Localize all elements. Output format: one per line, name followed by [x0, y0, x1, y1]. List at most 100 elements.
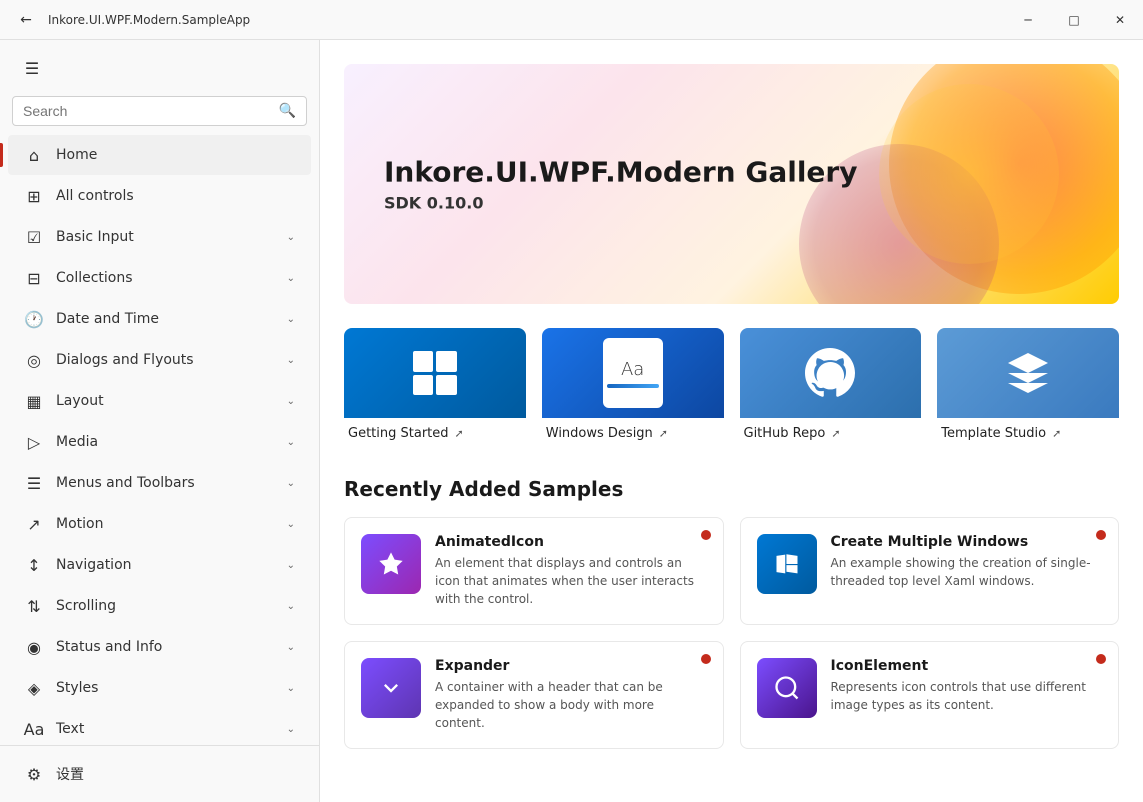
chevron-icon-layout: ⌄	[287, 396, 295, 407]
search-input[interactable]	[23, 103, 271, 119]
maximize-icon: □	[1068, 13, 1079, 27]
quick-links: Getting Started ➚ Aa Windows Design ➚ ● …	[344, 328, 1119, 445]
quick-link-github-repo[interactable]: ● GitHub Repo ➚	[740, 328, 922, 445]
template-svg-icon	[1004, 349, 1052, 397]
hero-text: Inkore.UI.WPF.Modern Gallery SDK 0.10.0	[384, 156, 857, 213]
chevron-icon-navigation: ⌄	[287, 560, 295, 571]
quick-link-template-studio[interactable]: Template Studio ➚	[937, 328, 1119, 445]
sample-title-create-multiple-windows: Create Multiple Windows	[831, 534, 1103, 550]
recently-added-grid: AnimatedIcon An element that displays an…	[344, 517, 1119, 749]
sample-title-icon-element: IconElement	[831, 658, 1103, 674]
sidebar-item-all-controls[interactable]: ⊞ All controls	[8, 176, 311, 216]
sidebar-item-styles[interactable]: ◈ Styles ⌄	[8, 668, 311, 708]
main-content: Inkore.UI.WPF.Modern Gallery SDK 0.10.0 …	[320, 40, 1143, 802]
minimize-button[interactable]: ─	[1005, 0, 1051, 40]
chevron-icon-collections: ⌄	[287, 273, 295, 284]
sample-info-expander: Expander A container with a header that …	[435, 658, 707, 732]
sidebar-item-date-and-time[interactable]: 🕐 Date and Time ⌄	[8, 299, 311, 339]
thumb-template-studio	[937, 328, 1119, 418]
sample-card-animated-icon[interactable]: AnimatedIcon An element that displays an…	[344, 517, 724, 625]
sample-title-animated-icon: AnimatedIcon	[435, 534, 707, 550]
nav-label-scrolling: Scrolling	[56, 598, 287, 614]
quick-link-getting-started[interactable]: Getting Started ➚	[344, 328, 526, 445]
hamburger-button[interactable]: ☰	[12, 48, 52, 88]
menus-and-toolbars-icon: ☰	[24, 473, 44, 493]
new-badge-create-multiple-windows	[1096, 530, 1106, 540]
sidebar-item-basic-input[interactable]: ☑ Basic Input ⌄	[8, 217, 311, 257]
nav-label-media: Media	[56, 434, 287, 450]
text-icon: Aa	[24, 719, 44, 739]
layout-icon: ▦	[24, 391, 44, 411]
sidebar-item-menus-and-toolbars[interactable]: ☰ Menus and Toolbars ⌄	[8, 463, 311, 503]
chevron-icon-motion: ⌄	[287, 519, 295, 530]
back-icon: ←	[20, 12, 32, 28]
sidebar-item-collections[interactable]: ⊟ Collections ⌄	[8, 258, 311, 298]
sidebar: ☰ 🔍 ⌂ Home ⊞ All controls ☑ Basic Input …	[0, 40, 320, 802]
new-badge-animated-icon	[701, 530, 711, 540]
scrolling-icon: ⇅	[24, 596, 44, 616]
minimize-icon: ─	[1024, 13, 1031, 27]
nav-label-styles: Styles	[56, 680, 287, 696]
nav-label-home: Home	[56, 147, 295, 163]
chevron-icon-scrolling: ⌄	[287, 601, 295, 612]
date-and-time-icon: 🕐	[24, 309, 44, 329]
close-icon: ✕	[1115, 13, 1125, 27]
section-title: Recently Added Samples	[344, 477, 1119, 501]
navigation-icon: ↕	[24, 555, 44, 575]
sidebar-item-motion[interactable]: ↗ Motion ⌄	[8, 504, 311, 544]
settings-icon: ⚙	[24, 764, 44, 784]
hamburger-icon: ☰	[25, 59, 39, 78]
sidebar-footer: ⚙ 设置	[0, 745, 319, 802]
sidebar-item-status-and-info[interactable]: ◉ Status and Info ⌄	[8, 627, 311, 667]
hero-subtitle: SDK 0.10.0	[384, 193, 857, 212]
titlebar: ← Inkore.UI.WPF.Modern.SampleApp ─ □ ✕	[0, 0, 1143, 40]
quick-link-label-template-studio: Template Studio ➚	[937, 418, 1119, 445]
sidebar-item-dialogs-and-flyouts[interactable]: ◎ Dialogs and Flyouts ⌄	[8, 340, 311, 380]
nav-label-status-and-info: Status and Info	[56, 639, 287, 655]
sidebar-item-home[interactable]: ⌂ Home	[8, 135, 311, 175]
back-button[interactable]: ←	[12, 6, 40, 34]
thumb-windows-design: Aa	[542, 328, 724, 418]
motion-icon: ↗	[24, 514, 44, 534]
external-link-icon-getting-started: ➚	[455, 427, 464, 440]
new-badge-icon-element	[1096, 654, 1106, 664]
quick-link-label-getting-started: Getting Started ➚	[344, 418, 526, 445]
home-icon: ⌂	[24, 145, 44, 165]
chevron-icon-styles: ⌄	[287, 683, 295, 694]
sample-card-expander[interactable]: Expander A container with a header that …	[344, 641, 724, 749]
status-and-info-icon: ◉	[24, 637, 44, 657]
settings-item[interactable]: ⚙ 设置	[8, 754, 311, 794]
thumb-github-repo: ●	[740, 328, 922, 418]
sample-thumb-animated-icon	[361, 534, 421, 594]
chevron-icon-menus-and-toolbars: ⌄	[287, 478, 295, 489]
sidebar-item-navigation[interactable]: ↕ Navigation ⌄	[8, 545, 311, 585]
sample-title-expander: Expander	[435, 658, 707, 674]
sidebar-item-scrolling[interactable]: ⇅ Scrolling ⌄	[8, 586, 311, 626]
dialogs-and-flyouts-icon: ◎	[24, 350, 44, 370]
quick-link-windows-design[interactable]: Aa Windows Design ➚	[542, 328, 724, 445]
nav-label-date-and-time: Date and Time	[56, 311, 287, 327]
windows-logo	[413, 351, 457, 395]
sample-thumb-create-multiple-windows	[757, 534, 817, 594]
search-box[interactable]: 🔍	[12, 96, 307, 126]
chevron-icon-dialogs-and-flyouts: ⌄	[287, 355, 295, 366]
basic-input-icon: ☑	[24, 227, 44, 247]
external-link-icon-github-repo: ➚	[831, 427, 840, 440]
sample-card-create-multiple-windows[interactable]: Create Multiple Windows An example showi…	[740, 517, 1120, 625]
sample-thumb-icon-element	[757, 658, 817, 718]
chevron-icon-date-and-time: ⌄	[287, 314, 295, 325]
close-button[interactable]: ✕	[1097, 0, 1143, 40]
window-controls: ─ □ ✕	[1005, 0, 1143, 40]
collections-icon: ⊟	[24, 268, 44, 288]
sidebar-item-media[interactable]: ▷ Media ⌄	[8, 422, 311, 462]
nav-label-navigation: Navigation	[56, 557, 287, 573]
maximize-button[interactable]: □	[1051, 0, 1097, 40]
app-body: ☰ 🔍 ⌂ Home ⊞ All controls ☑ Basic Input …	[0, 40, 1143, 802]
sidebar-nav: ⌂ Home ⊞ All controls ☑ Basic Input ⌄ ⊟ …	[0, 134, 319, 745]
nav-label-text: Text	[56, 721, 287, 737]
external-link-icon-template-studio: ➚	[1052, 427, 1061, 440]
sample-card-icon-element[interactable]: IconElement Represents icon controls tha…	[740, 641, 1120, 749]
sidebar-item-layout[interactable]: ▦ Layout ⌄	[8, 381, 311, 421]
nav-label-layout: Layout	[56, 393, 287, 409]
sidebar-item-text[interactable]: Aa Text ⌄	[8, 709, 311, 745]
